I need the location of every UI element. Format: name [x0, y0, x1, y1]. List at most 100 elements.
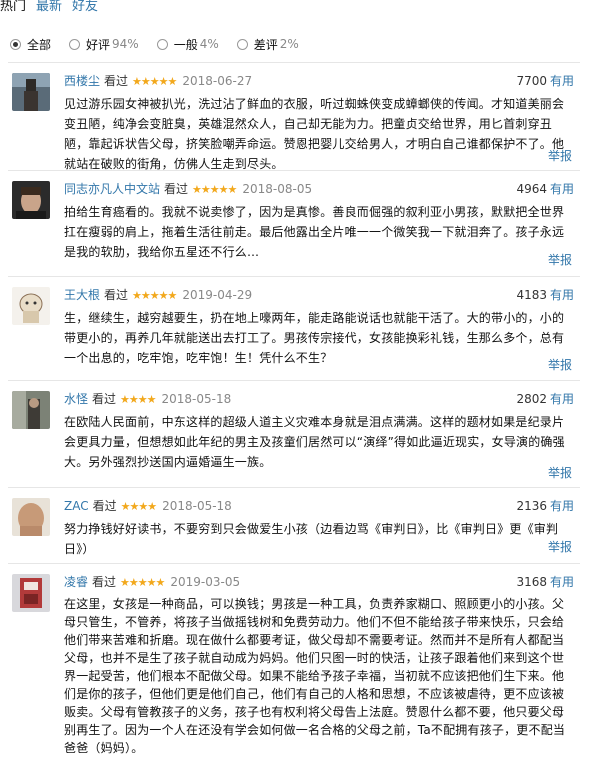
- username-link[interactable]: 同志亦凡人中文站: [64, 182, 160, 196]
- rating-stars: ★★★★: [120, 393, 156, 406]
- watched-label: 看过: [164, 182, 189, 196]
- filter-bad-label: 差评: [253, 37, 278, 52]
- vote-count: 2136: [516, 499, 547, 513]
- useful-button[interactable]: 有用: [550, 392, 574, 406]
- avatar[interactable]: [12, 498, 50, 536]
- review-text: 在欧陆人民面前，中东这样的超级人道主义灾难本身就是泪点满满。这样的题材如果是纪录…: [64, 415, 565, 469]
- vote-area: 7700 有用: [516, 73, 574, 89]
- report-link[interactable]: 举报: [548, 251, 572, 268]
- filter-mid[interactable]: 一般 4%: [156, 36, 219, 53]
- review-text: 努力挣钱好好读书，不要穷到只会做爱生小孩（边看边骂《审判日》，比《审判日》更《审…: [64, 522, 559, 556]
- filter-bad[interactable]: 差评 2%: [236, 36, 299, 53]
- tab-latest[interactable]: 最新: [36, 0, 62, 18]
- username-link[interactable]: 凌睿: [64, 575, 88, 589]
- review-item: ZAC 看过 ★★★★ 2018-05-18 2136 有用 努力挣钱好好读书，不要穷到…: [12, 498, 576, 558]
- rating-stars: ★★★★★: [192, 183, 237, 196]
- review-meta: 同志亦凡人中文站 看过 ★★★★★ 2018-08-05: [64, 181, 312, 197]
- avatar[interactable]: [12, 287, 50, 325]
- review-text: 生，继续生，越穷越要生，扔在地上嚎两年，能走路能说话也就能干活了。大的带小的，小…: [64, 311, 565, 365]
- filter-all-label: 全部: [27, 37, 52, 52]
- radio-selected-icon[interactable]: [10, 38, 21, 50]
- vote-area: 4964 有用: [516, 181, 574, 197]
- avatar[interactable]: [12, 391, 50, 429]
- avatar[interactable]: [12, 73, 50, 111]
- watched-label: 看过: [104, 288, 129, 302]
- review-meta: 王大根 看过 ★★★★★ 2019-04-29: [64, 287, 252, 303]
- username-link[interactable]: 西楼尘: [64, 74, 100, 88]
- divider: [8, 487, 580, 488]
- review-text: 在这里，女孩是一种商品，可以换钱；男孩是一种工具，负责养家糊口、照顾更小的小孩。…: [64, 597, 566, 755]
- useful-button[interactable]: 有用: [550, 182, 574, 196]
- vote-count: 3168: [516, 575, 547, 589]
- filter-mid-percent: 4%: [199, 37, 219, 51]
- watched-label: 看过: [92, 575, 117, 589]
- tab-hot[interactable]: 热门: [0, 0, 26, 18]
- tab-friends[interactable]: 好友: [72, 0, 98, 18]
- filter-good[interactable]: 好评 94%: [69, 36, 139, 53]
- review-date: 2018-05-18: [162, 499, 232, 513]
- avatar-image: [12, 498, 50, 536]
- divider: [8, 62, 580, 63]
- review-item: 王大根 看过 ★★★★★ 2019-04-29 4183 有用 生，继续生，越穷越要生，…: [12, 287, 576, 377]
- vote-count: 4183: [516, 288, 547, 302]
- filter-mid-label: 一般: [173, 37, 198, 52]
- report-link[interactable]: 举报: [548, 464, 572, 481]
- vote-count: 2802: [516, 392, 547, 406]
- review-item: 水怪 看过 ★★★★ 2018-05-18 2802 有用 在欧陆人民面前，中东这样的超…: [12, 391, 576, 481]
- review-text: 拍给生育癌看的。我就不说卖惨了，因为是真惨。善良而倔强的叙利亚小男孩，默默把全世…: [64, 205, 565, 259]
- avatar-image: [12, 73, 50, 111]
- username-link[interactable]: 王大根: [64, 288, 100, 302]
- avatar[interactable]: [12, 181, 50, 219]
- vote-area: 2136 有用: [516, 498, 574, 514]
- rating-stars: ★★★★★: [132, 75, 177, 88]
- avatar-image: [12, 574, 50, 612]
- divider: [8, 380, 580, 381]
- watched-label: 看过: [92, 392, 117, 406]
- divider: [8, 276, 580, 277]
- review-date: 2019-03-05: [170, 575, 241, 589]
- review-meta: ZAC 看过 ★★★★ 2018-05-18: [64, 498, 232, 514]
- vote-area: 3168 有用: [516, 574, 574, 590]
- vote-count: 4964: [516, 182, 547, 196]
- radio-icon[interactable]: [156, 38, 168, 50]
- review-meta: 西楼尘 看过 ★★★★★ 2018-06-27: [64, 73, 252, 89]
- review-text: 见过游乐园女神被扒光，洗过沾了鲜血的衣服，听过蜘蛛侠变成蟑螂侠的传闻。才知道美丽…: [64, 97, 565, 171]
- useful-button[interactable]: 有用: [550, 74, 574, 88]
- filter-good-label: 好评: [86, 37, 111, 52]
- avatar-image: [12, 391, 50, 429]
- watched-label: 看过: [104, 74, 129, 88]
- rating-filter: 全部 好评 94% 一般 4% 差评 2%: [10, 34, 317, 54]
- review-item: 同志亦凡人中文站 看过 ★★★★★ 2018-08-05 4964 有用 拍给生育癌看的…: [12, 181, 576, 271]
- review-date: 2018-08-05: [242, 182, 313, 196]
- comment-tabs: 热门 最新 好友: [0, 0, 98, 18]
- radio-icon[interactable]: [236, 38, 248, 50]
- report-link[interactable]: 举报: [548, 356, 572, 373]
- avatar[interactable]: [12, 574, 50, 612]
- radio-icon[interactable]: [69, 38, 81, 50]
- rating-stars: ★★★★★: [132, 289, 177, 302]
- report-link[interactable]: 举报: [548, 147, 572, 164]
- review-item: 西楼尘 看过 ★★★★★ 2018-06-27 7700 有用 见过游乐园女神被扒光，洗…: [12, 73, 576, 171]
- useful-button[interactable]: 有用: [550, 499, 574, 513]
- review-item: 凌睿 看过 ★★★★★ 2019-03-05 3168 有用 在这里，女孩是一种商品，可…: [12, 574, 576, 755]
- vote-count: 7700: [516, 74, 547, 88]
- vote-area: 4183 有用: [516, 287, 574, 303]
- divider: [8, 170, 580, 171]
- filter-bad-percent: 2%: [279, 37, 299, 51]
- filter-all[interactable]: 全部: [10, 36, 51, 53]
- vote-area: 2802 有用: [516, 391, 574, 407]
- username-link[interactable]: 水怪: [64, 392, 88, 406]
- useful-button[interactable]: 有用: [550, 288, 574, 302]
- avatar-image: [12, 181, 50, 219]
- filter-good-percent: 94%: [112, 37, 139, 51]
- divider: [8, 563, 580, 564]
- review-date: 2019-04-29: [182, 288, 253, 302]
- report-link[interactable]: 举报: [548, 538, 572, 555]
- watched-label: 看过: [92, 499, 117, 513]
- rating-stars: ★★★★: [120, 500, 157, 513]
- username-link[interactable]: ZAC: [64, 499, 89, 513]
- rating-stars: ★★★★★: [120, 576, 165, 589]
- useful-button[interactable]: 有用: [550, 575, 574, 589]
- review-meta: 凌睿 看过 ★★★★★ 2019-03-05: [64, 574, 240, 590]
- review-date: 2018-06-27: [182, 74, 253, 88]
